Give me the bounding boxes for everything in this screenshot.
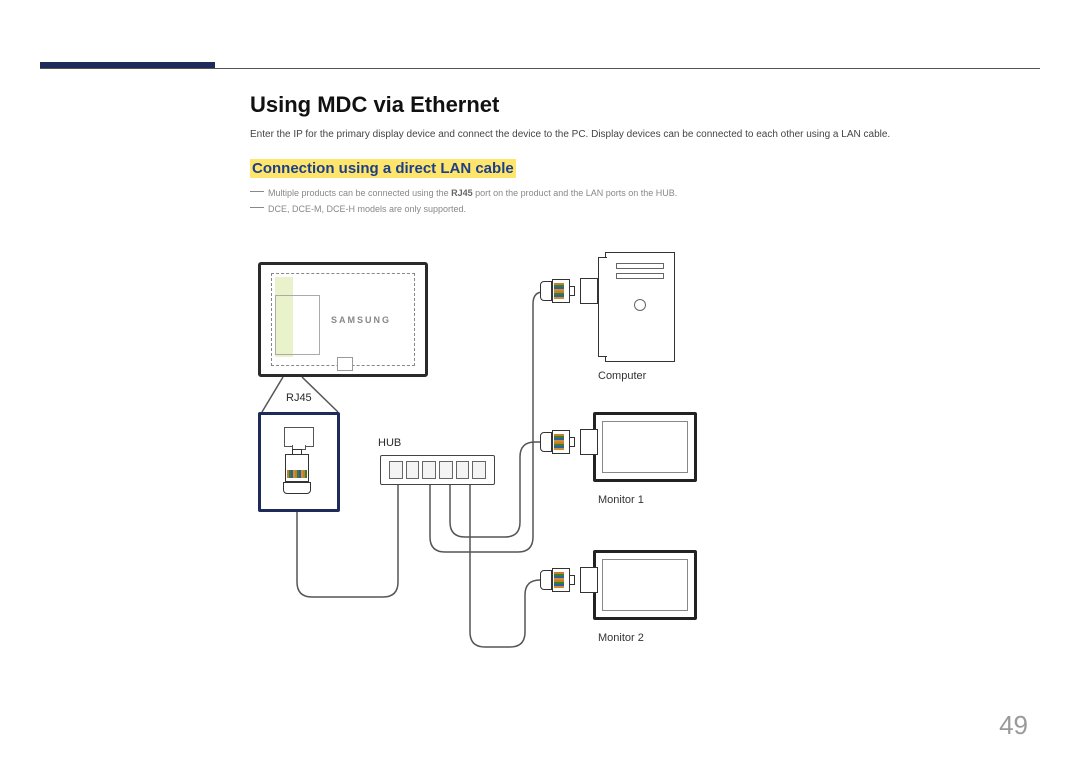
lan-plug-computer xyxy=(540,277,580,305)
connection-diagram: SAMSUNG RJ45 HUB Computer Monitor 1 Moni… xyxy=(250,252,900,692)
lan-port-monitor1 xyxy=(580,429,598,455)
monitor-2-icon xyxy=(593,550,697,620)
header-rule xyxy=(40,68,1040,69)
note1-post: port on the product and the LAN ports on… xyxy=(473,188,678,198)
lan-port-computer xyxy=(580,278,598,304)
content-block: Using MDC via Ethernet Enter the IP for … xyxy=(250,92,1020,218)
monitor2-label: Monitor 2 xyxy=(598,632,644,644)
display-recess xyxy=(275,295,320,355)
rj45-plug-icon xyxy=(280,454,314,494)
note-1: Multiple products can be connected using… xyxy=(250,187,1020,201)
hub-ports xyxy=(389,461,486,479)
hub-device xyxy=(380,455,495,485)
lan-port-monitor2 xyxy=(580,567,598,593)
subheading: Connection using a direct LAN cable xyxy=(250,160,516,177)
computer-tower-icon xyxy=(605,252,675,362)
intro-text: Enter the IP for the primary display dev… xyxy=(250,128,1020,142)
page-title: Using MDC via Ethernet xyxy=(250,92,1020,118)
note1-pre: Multiple products can be connected using… xyxy=(268,188,451,198)
note1-bold: RJ45 xyxy=(451,188,473,198)
rj45-label: RJ45 xyxy=(286,392,312,404)
note-dash-icon xyxy=(250,191,264,192)
hub-label: HUB xyxy=(378,437,401,449)
lan-plug-monitor2 xyxy=(540,566,580,594)
rj45-port-icon xyxy=(284,427,314,447)
monitor1-label: Monitor 1 xyxy=(598,494,644,506)
computer-label: Computer xyxy=(598,370,646,382)
brand-logo: SAMSUNG xyxy=(331,315,391,325)
display-stand-socket xyxy=(337,357,353,371)
note2-text: DCE, DCE-M, DCE-H models are only suppor… xyxy=(268,204,466,214)
note-2: DCE, DCE-M, DCE-H models are only suppor… xyxy=(250,203,1020,217)
display-back-panel: SAMSUNG xyxy=(258,262,428,377)
page-number: 49 xyxy=(999,710,1028,741)
note-dash-icon xyxy=(250,207,264,208)
monitor-1-icon xyxy=(593,412,697,482)
subheading-text: Connection using a direct LAN cable xyxy=(250,159,516,178)
lan-plug-monitor1 xyxy=(540,428,580,456)
